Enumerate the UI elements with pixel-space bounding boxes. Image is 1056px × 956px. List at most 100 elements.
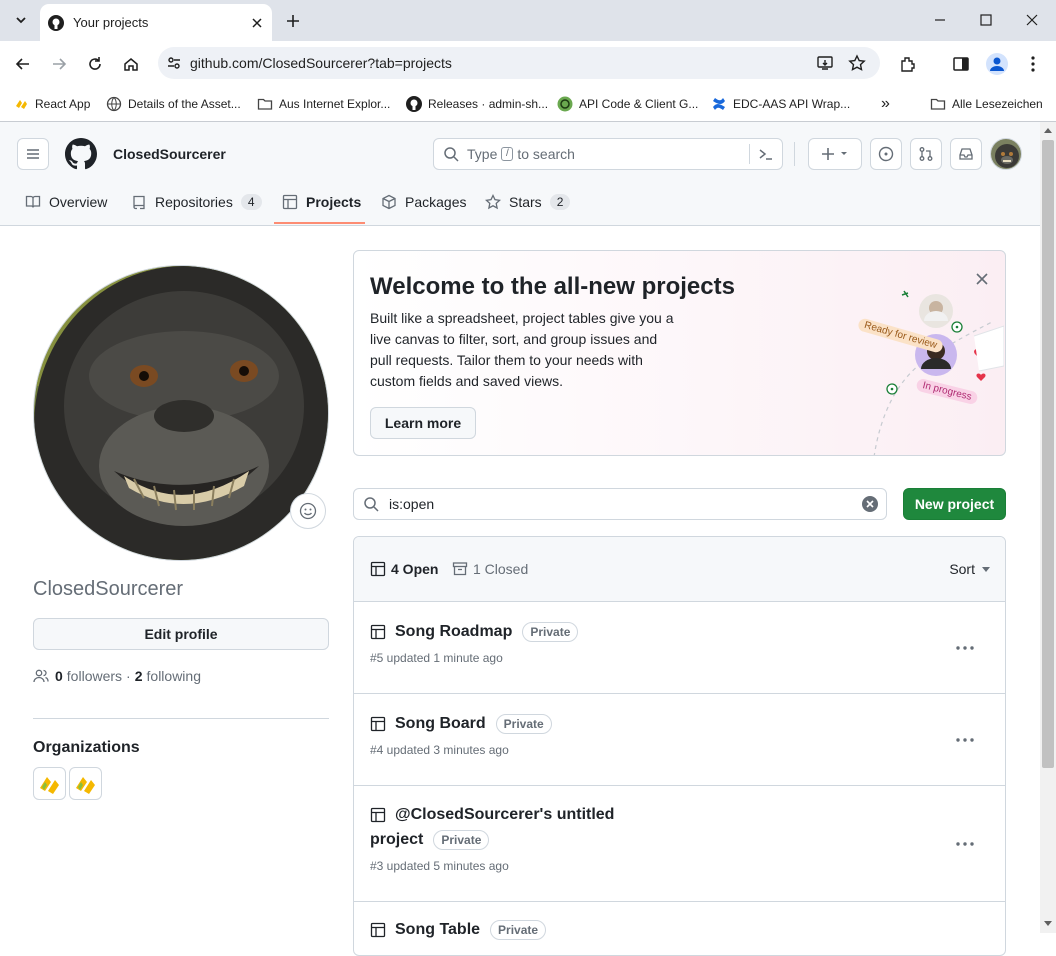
tab-title: Your projects (73, 15, 149, 30)
tab-search-chevron-icon[interactable] (7, 6, 35, 34)
learn-more-button[interactable]: Learn more (370, 407, 476, 439)
follow-stats: 0 followers · 2 following (33, 668, 201, 684)
site-info-icon[interactable] (166, 55, 182, 71)
tab-packages[interactable]: Packages (381, 182, 466, 222)
bookmark-react-app[interactable]: React App (13, 92, 90, 116)
extensions-icon[interactable] (894, 50, 922, 78)
tab-stars[interactable]: Stars 2 (485, 182, 571, 222)
search-input[interactable]: Type / to search (433, 138, 783, 170)
table-icon (282, 194, 298, 210)
project-title-line2[interactable]: project Private (370, 830, 490, 850)
address-bar[interactable]: github.com/ClosedSourcerer?tab=projects (158, 47, 880, 79)
side-panel-icon[interactable] (947, 50, 975, 78)
people-icon (33, 669, 49, 683)
open-projects-filter[interactable]: 4 Open (370, 561, 438, 577)
kebab-menu-icon[interactable] (953, 728, 977, 752)
project-meta: #4 updated 3 minutes ago (370, 743, 509, 757)
organizations-heading: Organizations (33, 739, 140, 756)
window-close-icon[interactable] (1018, 6, 1046, 34)
project-row[interactable]: Song Roadmap Private #5 updated 1 minute… (354, 602, 1005, 694)
scrollbar-thumb[interactable] (1042, 140, 1054, 768)
hamburger-menu-button[interactable] (17, 138, 49, 170)
browser-tab[interactable]: Your projects (40, 4, 272, 41)
banner-description: Built like a spreadsheet, project tables… (370, 310, 674, 389)
bookmark-folder-ie[interactable]: Aus Internet Explor... (257, 92, 390, 116)
new-tab-icon[interactable] (279, 7, 307, 35)
search-icon (363, 496, 379, 512)
closed-projects-filter[interactable]: 1 Closed (452, 561, 528, 577)
pull-request-icon (919, 147, 933, 161)
tab-projects[interactable]: Projects (282, 182, 361, 222)
create-new-button[interactable] (808, 138, 862, 170)
project-row[interactable]: Song Board Private #4 updated 3 minutes … (354, 694, 1005, 786)
command-palette-icon[interactable] (749, 144, 774, 164)
bookmarks-overflow-button[interactable]: » (881, 92, 890, 116)
banner-illustration (873, 290, 1004, 455)
tab-repositories[interactable]: Repositories 4 (131, 182, 262, 222)
archive-icon (452, 562, 468, 576)
project-meta: #3 updated 5 minutes ago (370, 859, 509, 873)
maximize-icon[interactable] (972, 6, 1000, 34)
install-app-icon[interactable] (816, 54, 834, 72)
private-badge: Private (490, 920, 547, 940)
project-title[interactable]: Song Roadmap Private (370, 622, 579, 642)
user-avatar[interactable] (990, 138, 1022, 170)
all-bookmarks-folder[interactable]: Alle Lesezeichen (930, 92, 1043, 116)
inbox-button[interactable] (950, 138, 982, 170)
profile-avatar-icon[interactable] (983, 50, 1011, 78)
sort-dropdown[interactable]: Sort (949, 561, 991, 577)
reload-icon[interactable] (81, 50, 109, 78)
profile-divider (33, 718, 329, 719)
organization-avatar[interactable] (33, 767, 66, 800)
project-title[interactable]: @ClosedSourcerer's untitled (370, 806, 614, 824)
header-username[interactable]: ClosedSourcerer (113, 146, 226, 162)
kebab-menu-icon[interactable] (953, 636, 977, 660)
new-project-button[interactable]: New project (903, 488, 1006, 520)
following-link[interactable]: 2 following (135, 668, 201, 684)
bookmark-details-asset[interactable]: Details of the Asset... (106, 92, 241, 116)
project-title[interactable]: Song Board Private (370, 714, 552, 734)
org-logo-icon (75, 776, 95, 794)
globe-icon (106, 96, 122, 112)
project-filter-input[interactable]: is:open (353, 488, 887, 520)
browser-tabstrip: Your projects (0, 0, 1056, 41)
project-list: 4 Open 1 Closed Sort Song Roadmap Privat… (353, 536, 1006, 956)
organization-avatar[interactable] (69, 767, 102, 800)
edit-profile-button[interactable]: Edit profile (33, 618, 329, 650)
table-icon (370, 561, 386, 577)
confluence-bookmark-icon (711, 96, 727, 112)
home-icon[interactable] (117, 50, 145, 78)
set-status-button[interactable] (290, 493, 326, 529)
project-title[interactable]: Song Table Private (370, 920, 547, 940)
bookmark-star-icon[interactable] (848, 54, 866, 72)
react-app-bookmark-icon (13, 96, 29, 112)
browser-menu-icon[interactable] (1019, 50, 1047, 78)
search-icon (443, 146, 459, 162)
clear-filter-icon[interactable] (862, 496, 878, 512)
minimize-icon[interactable] (926, 6, 954, 34)
search-shortcut-key: / (501, 147, 514, 161)
project-list-header: 4 Open 1 Closed Sort (354, 537, 1005, 602)
book-icon (25, 195, 41, 208)
project-row[interactable]: @ClosedSourcerer's untitled project Priv… (354, 786, 1005, 902)
bookmark-edc-aas[interactable]: EDC-AAS API Wrap... (711, 92, 850, 116)
bookmark-releases[interactable]: Releases · admin-sh... (406, 92, 548, 116)
scroll-up-arrow-icon[interactable] (1043, 126, 1053, 134)
github-logo-icon[interactable] (65, 138, 97, 170)
kebab-menu-icon[interactable] (953, 832, 977, 856)
issues-button[interactable] (870, 138, 902, 170)
followers-link[interactable]: 0 followers (55, 668, 122, 684)
tab-close-icon[interactable] (250, 16, 264, 30)
active-tab-indicator (274, 222, 365, 224)
project-meta: #5 updated 1 minute ago (370, 651, 503, 665)
table-icon (370, 922, 386, 938)
back-icon[interactable] (9, 50, 37, 78)
forward-icon[interactable] (45, 50, 73, 78)
pull-requests-button[interactable] (910, 138, 942, 170)
folder-icon (257, 96, 273, 112)
bookmark-api-code[interactable]: API Code & Client G... (557, 92, 698, 116)
repositories-count: 4 (240, 194, 262, 210)
project-row[interactable]: Song Table Private (354, 902, 1005, 955)
tab-overview[interactable]: Overview (25, 182, 107, 222)
scroll-down-arrow-icon[interactable] (1043, 920, 1053, 928)
